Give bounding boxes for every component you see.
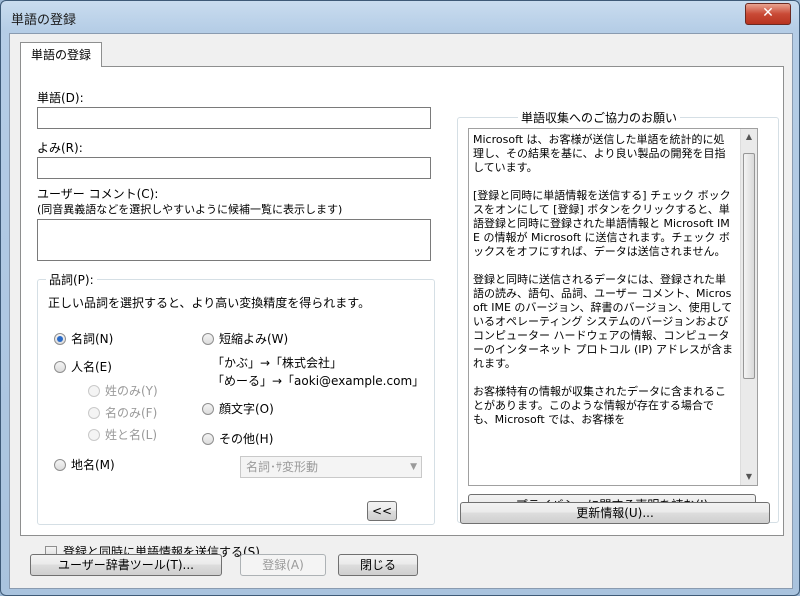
- radio-person[interactable]: 人名(E): [54, 358, 112, 375]
- radio-given-only-label: 名のみ(F): [105, 406, 158, 420]
- radio-place[interactable]: 地名(M): [54, 456, 115, 473]
- radio-noun-indicator: [54, 332, 66, 345]
- word-label: 単語(D):: [37, 91, 84, 105]
- radio-place-indicator: [54, 458, 66, 471]
- window-close-button[interactable]: ✕: [745, 3, 791, 25]
- close-button[interactable]: 閉じる: [338, 554, 418, 576]
- other-pos-combobox-value: 名詞･ｻ変形動: [246, 460, 319, 474]
- radio-surname-given[interactable]: 姓と名(L): [88, 426, 157, 443]
- radio-face-mark[interactable]: 顔文字(O): [202, 400, 274, 417]
- dialog-client: 単語の登録 単語(D): よみ(R): ユーザー コメント(C): (同音異義語…: [9, 33, 793, 589]
- dialog-window: 単語の登録 ✕ 単語の登録 単語(D): よみ(R): ユーザー コメント(C)…: [0, 0, 800, 596]
- other-pos-combobox[interactable]: 名詞･ｻ変形動 ▼: [240, 456, 422, 478]
- radio-short-reading-indicator: [202, 332, 214, 345]
- reading-label: よみ(R):: [37, 141, 83, 155]
- radio-noun[interactable]: 名詞(N): [54, 330, 113, 347]
- comment-label: ユーザー コメント(C):: [37, 187, 159, 201]
- user-dictionary-tool-button[interactable]: ユーザー辞書ツール(T)...: [30, 554, 222, 576]
- title-bar[interactable]: 単語の登録 ✕: [1, 1, 799, 35]
- collapse-button[interactable]: <<: [367, 501, 397, 521]
- radio-face-mark-label: 顔文字(O): [219, 402, 274, 416]
- radio-short-reading-label: 短縮よみ(W): [219, 332, 289, 346]
- info-group: 単語収集へのご協力のお願い Microsoft は、お客様が送信した単語を統計的…: [457, 109, 779, 523]
- radio-given-only-indicator: [88, 406, 100, 419]
- info-textbox[interactable]: Microsoft は、お客様が送信した単語を統計的に処理し、その結果を基に、よ…: [468, 128, 758, 486]
- info-scrollbar[interactable]: ▲ ▼: [740, 129, 757, 485]
- radio-place-label: 地名(M): [71, 458, 115, 472]
- radio-noun-label: 名詞(N): [71, 332, 114, 346]
- radio-surname-only-indicator: [88, 384, 100, 397]
- radio-surname-only[interactable]: 姓のみ(Y): [88, 382, 158, 399]
- register-button[interactable]: 登録(A): [240, 554, 326, 576]
- radio-other[interactable]: その他(H): [202, 430, 273, 447]
- short-reading-example-2: 「めーる」→「aoki@example.com」: [212, 374, 425, 388]
- radio-face-mark-indicator: [202, 402, 214, 415]
- comment-input[interactable]: [37, 219, 431, 261]
- radio-surname-only-label: 姓のみ(Y): [105, 384, 158, 398]
- scroll-down-icon[interactable]: ▼: [741, 469, 757, 485]
- window-title: 単語の登録: [11, 13, 77, 28]
- radio-person-indicator: [54, 360, 66, 373]
- info-group-title: 単語収集へのご協力のお願い: [518, 109, 681, 126]
- scroll-up-icon[interactable]: ▲: [741, 129, 757, 145]
- pos-group: 品詞(P): 正しい品詞を選択すると、より高い変換精度を得られます。 名詞(N)…: [37, 271, 435, 525]
- radio-other-label: その他(H): [219, 432, 274, 446]
- radio-surname-given-label: 姓と名(L): [105, 428, 158, 442]
- pos-group-title: 品詞(P):: [46, 271, 97, 288]
- scroll-thumb[interactable]: [743, 153, 755, 379]
- radio-person-label: 人名(E): [71, 360, 112, 374]
- radio-surname-given-indicator: [88, 428, 100, 441]
- reading-input[interactable]: [37, 157, 431, 179]
- word-input[interactable]: [37, 107, 431, 129]
- comment-hint: (同音異義語などを選択しやすいように候補一覧に表示します): [37, 203, 343, 216]
- radio-other-indicator: [202, 432, 214, 445]
- tab-word-registration[interactable]: 単語の登録: [20, 42, 103, 67]
- chevron-down-icon: ▼: [410, 462, 417, 472]
- info-text: Microsoft は、お客様が送信した単語を統計的に処理し、その結果を基に、よ…: [473, 133, 733, 426]
- radio-given-only[interactable]: 名のみ(F): [88, 404, 157, 421]
- pos-description: 正しい品詞を選択すると、より高い変換精度を得られます。: [48, 296, 371, 310]
- short-reading-example-1: 「かぶ」→「株式会社」: [212, 356, 343, 370]
- radio-short-reading[interactable]: 短縮よみ(W): [202, 330, 288, 347]
- tab-panel: 単語(D): よみ(R): ユーザー コメント(C): (同音異義語などを選択し…: [20, 66, 784, 559]
- update-info-button[interactable]: 更新情報(U)...: [460, 502, 770, 524]
